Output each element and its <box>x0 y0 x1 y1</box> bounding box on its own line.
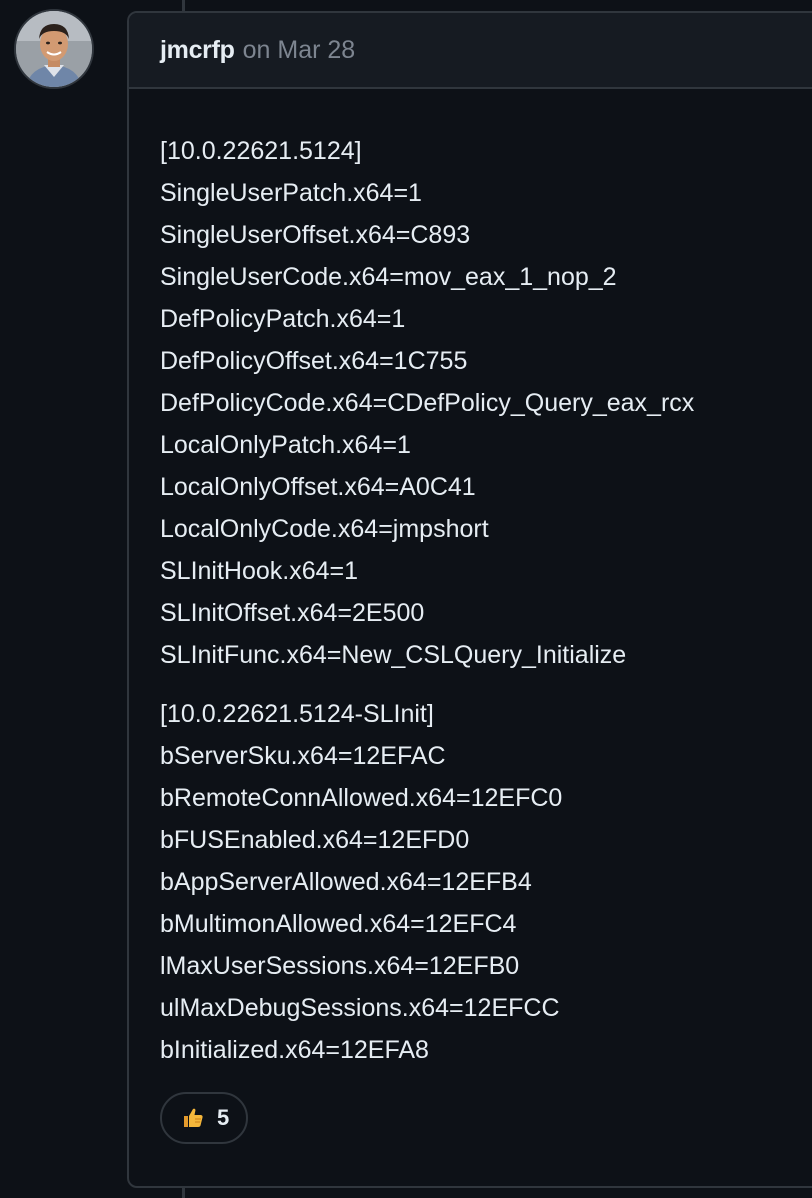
comment-line: [10.0.22621.5124-SLInit] <box>160 700 434 728</box>
comment-paragraph: [10.0.22621.5124-SLInit] bServerSku.x64=… <box>160 693 812 1071</box>
comment-line: [10.0.22621.5124] <box>160 137 362 165</box>
comment-line: SingleUserOffset.x64=C893 <box>160 221 471 249</box>
comment-line: SLInitFunc.x64=New_CSLQuery_Initialize <box>160 641 627 669</box>
comment-line: SingleUserCode.x64=mov_eax_1_nop_2 <box>160 263 617 291</box>
comment-line: bServerSku.x64=12EFAC <box>160 742 446 770</box>
comment-line: bInitialized.x64=12EFA8 <box>160 1036 429 1064</box>
avatar[interactable] <box>14 9 94 89</box>
thumbs-up-reaction-button[interactable]: 5 <box>160 1092 249 1144</box>
comment-line: bRemoteConnAllowed.x64=12EFC0 <box>160 784 563 812</box>
comment-line: bAppServerAllowed.x64=12EFB4 <box>160 868 532 896</box>
comment-body: [10.0.22621.5124] SingleUserPatch.x64=1 … <box>129 89 812 1071</box>
comment-header: jmcrfp on Mar 28 <box>129 13 812 89</box>
comment-line: ulMaxDebugSessions.x64=12EFCC <box>160 994 560 1022</box>
comment-box: jmcrfp on Mar 28 [10.0.22621.5124] Singl… <box>127 11 812 1188</box>
comment-line: DefPolicyPatch.x64=1 <box>160 305 406 333</box>
thumbs-up-icon <box>181 1106 205 1130</box>
comment-paragraph: [10.0.22621.5124] SingleUserPatch.x64=1 … <box>160 130 812 676</box>
comment-line: DefPolicyOffset.x64=1C755 <box>160 347 468 375</box>
comment-line: SingleUserPatch.x64=1 <box>160 179 422 207</box>
comment-timestamp[interactable]: on Mar 28 <box>243 36 356 65</box>
comment-line: SLInitOffset.x64=2E500 <box>160 599 425 627</box>
comment-line: SLInitHook.x64=1 <box>160 557 359 585</box>
reaction-count: 5 <box>217 1105 230 1130</box>
comment-line: LocalOnlyCode.x64=jmpshort <box>160 515 489 543</box>
comment-line: bFUSEnabled.x64=12EFD0 <box>160 826 470 854</box>
page: jmcrfp on Mar 28 [10.0.22621.5124] Singl… <box>0 0 812 1198</box>
comment-line: LocalOnlyPatch.x64=1 <box>160 431 411 459</box>
person-photo-avatar <box>16 11 92 87</box>
comment-line: DefPolicyCode.x64=CDefPolicy_Query_eax_r… <box>160 389 695 417</box>
reactions-bar: 5 <box>160 1092 812 1144</box>
author-name[interactable]: jmcrfp <box>160 36 235 65</box>
comment-line: LocalOnlyOffset.x64=A0C41 <box>160 473 476 501</box>
comment-line: bMultimonAllowed.x64=12EFC4 <box>160 910 517 938</box>
comment-line: lMaxUserSessions.x64=12EFB0 <box>160 952 520 980</box>
